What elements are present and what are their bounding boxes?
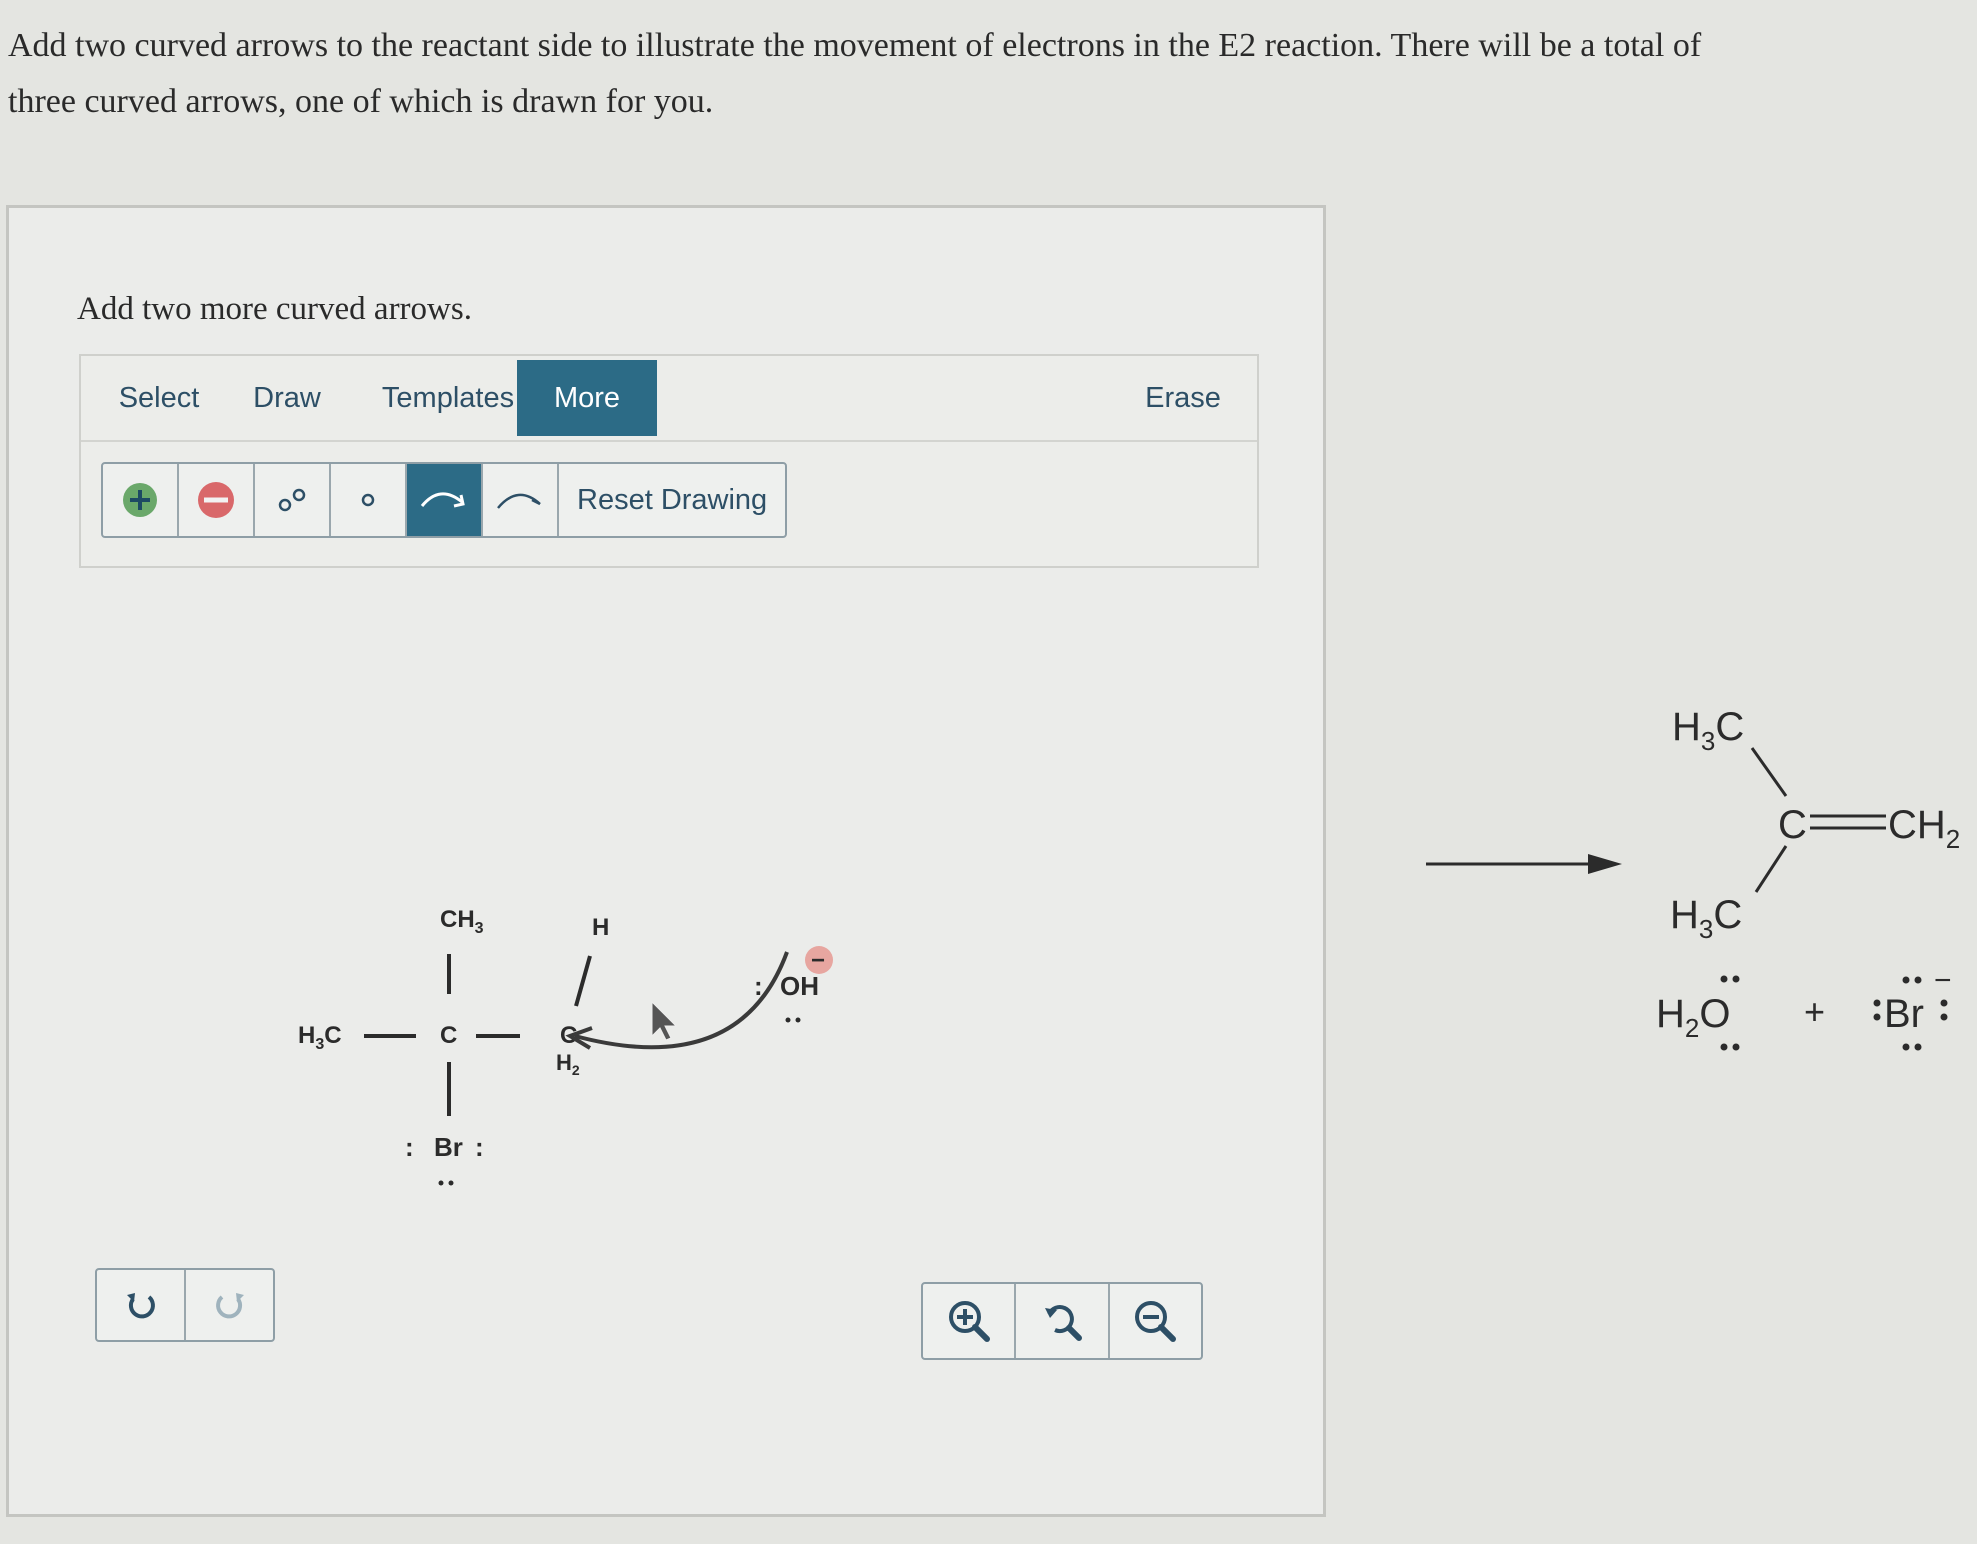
ch3-top-label: CH3 [440, 906, 484, 937]
central-carbon-label: C [440, 1022, 457, 1049]
bromide-lone-pair-dot [1940, 999, 1948, 1007]
product-plus-sign: + [1804, 991, 1825, 1032]
water-lone-pair-dot [1720, 1043, 1728, 1051]
oh-lone-pair-dot [785, 1017, 791, 1023]
br-lone-pair-dot [448, 1180, 454, 1186]
h3c-left-label: H3C [298, 1022, 342, 1053]
bromine-label: Br [434, 1132, 463, 1162]
bond-bottom-methyl [1754, 845, 1788, 893]
bond-top-methyl [1750, 747, 1788, 797]
bromide-lone-pair-dot [1873, 999, 1881, 1007]
br-lone-pair-dot [438, 1180, 444, 1186]
bromide-lone-pair-dot [1914, 976, 1922, 984]
water-lone-pair-dot [1720, 975, 1728, 983]
product-water: H2O [1656, 992, 1730, 1043]
product-h3c-bottom: H3C [1670, 893, 1742, 944]
oh-lone-pair-dot [795, 1017, 801, 1023]
bromide-charge: − [1934, 964, 1952, 997]
bromide-lone-pair-dot [1902, 976, 1910, 984]
product-bromide: Br [1884, 992, 1924, 1036]
water-lone-pair-dot [1732, 1043, 1740, 1051]
product-h3c-top: H3C [1672, 705, 1744, 756]
reaction-canvas: CH3 H3C C : Br : H C H2 : OH − H3C C CH2… [298, 705, 1960, 1186]
water-lone-pair-dot [1732, 975, 1740, 983]
mouse-cursor-icon [651, 1000, 678, 1041]
bromide-lone-pair-dot [1940, 1013, 1948, 1021]
br-lone-pair-left: : [405, 1132, 414, 1162]
bromide-lone-pair-dot [1914, 1043, 1922, 1051]
bond-c-h [574, 955, 592, 1007]
product-molecules: H3C C CH2 H3C H2O + Br − [1656, 705, 1960, 1051]
h-top-label: H [592, 914, 609, 941]
hydroxide-charge: − [811, 947, 825, 974]
reactant-molecule[interactable]: CH3 H3C C : Br : H C H2 : OH − [298, 906, 833, 1186]
reaction-arrow [1426, 854, 1622, 874]
product-alkene-carbon: C [1778, 803, 1807, 847]
h2-label: H2 [556, 1050, 580, 1078]
product-ch2: CH2 [1888, 803, 1960, 854]
br-lone-pair-right: : [475, 1132, 484, 1162]
hydroxide-label: OH [780, 971, 819, 1001]
bromide-lone-pair-dot [1873, 1013, 1881, 1021]
bromide-lone-pair-dot [1902, 1043, 1910, 1051]
